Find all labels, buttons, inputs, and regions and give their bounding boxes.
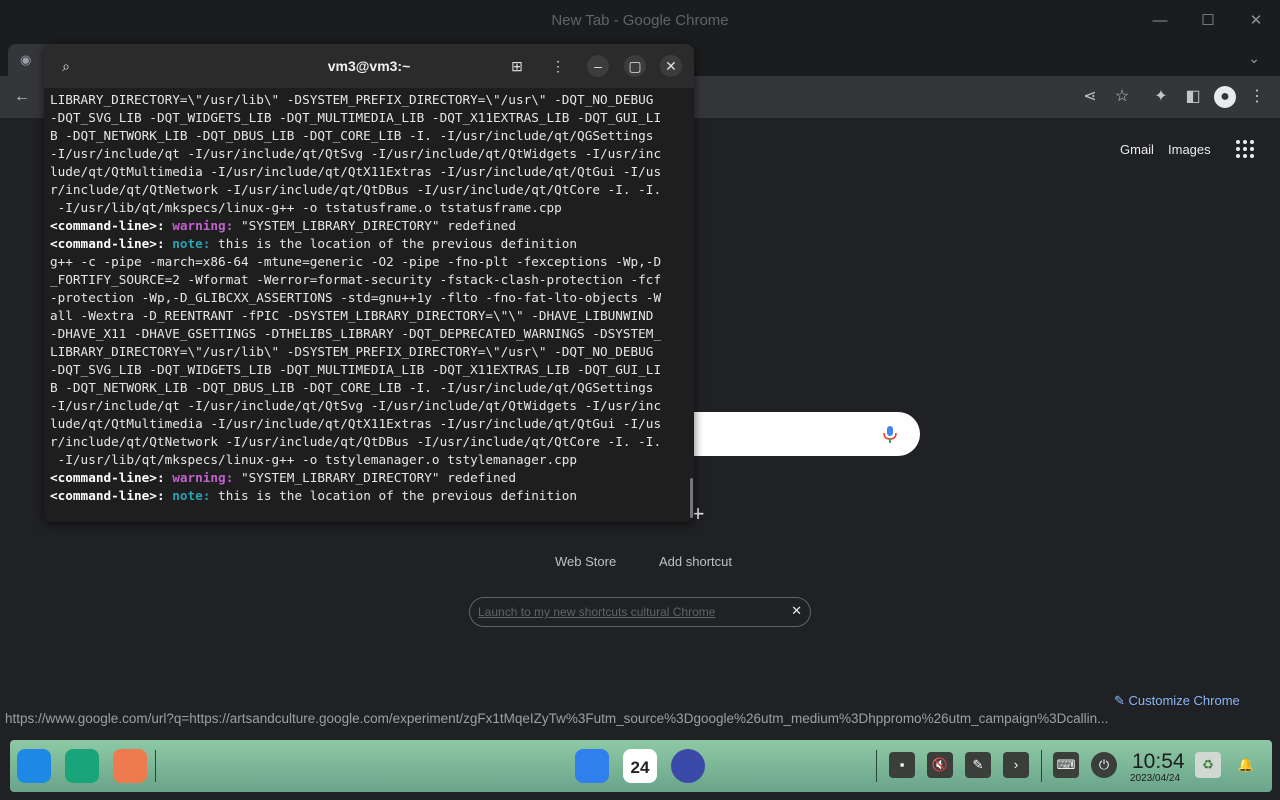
chevron-down-icon[interactable]: ⌄ bbox=[1248, 50, 1260, 67]
promo-link[interactable]: Launch to my new shortcuts cultural Chro… bbox=[478, 605, 715, 619]
menu-icon[interactable]: ⋮ bbox=[547, 55, 569, 77]
chrome-titlebar: New Tab - Google Chrome — ☐ ✕ bbox=[0, 0, 1280, 42]
dock: 24 ▪ 🔇 ✎ › ⌨ ⏻ 10:54 2023/04/24 ♻ 🔔 bbox=[10, 740, 1272, 792]
google-apps-icon[interactable] bbox=[1236, 140, 1256, 160]
terminal-window[interactable]: ⌕ vm3@vm3:~ ⊞ ⋮ – ▢ ✕ LIBRARY_DIRECTORY=… bbox=[44, 44, 694, 522]
minimize-icon[interactable]: – bbox=[587, 55, 609, 77]
close-icon[interactable]: ✕ bbox=[660, 55, 682, 77]
volume-muted-icon[interactable]: 🔇 bbox=[927, 752, 953, 778]
screenshot-pen-icon[interactable]: ✎ bbox=[965, 752, 991, 778]
terminal-line: -DQT_SVG_LIB -DQT_WIDGETS_LIB -DQT_MULTI… bbox=[50, 362, 662, 377]
close-icon[interactable]: ✕ bbox=[1245, 10, 1267, 32]
terminal-line: r/include/qt/QtNetwork -I/usr/include/qt… bbox=[50, 182, 662, 197]
back-icon[interactable]: ← bbox=[11, 86, 33, 108]
gmail-link[interactable]: Gmail bbox=[1120, 142, 1154, 157]
terminal-line: -DHAVE_X11 -DHAVE_GSETTINGS -DTHELIBS_LI… bbox=[50, 326, 662, 341]
minimize-icon[interactable]: — bbox=[1149, 10, 1171, 32]
terminal-line: LIBRARY_DIRECTORY=\"/usr/lib\" -DSYSTEM_… bbox=[50, 344, 654, 359]
share-icon[interactable]: ⋖ bbox=[1079, 86, 1101, 108]
side-panel-icon[interactable]: ◧ bbox=[1182, 86, 1204, 108]
chrome-icon: ◉ bbox=[20, 52, 32, 67]
terminal-line: lude/qt/QtMultimedia -I/usr/include/qt/Q… bbox=[50, 416, 662, 431]
terminal-line: <command-line>: warning: "SYSTEM_LIBRARY… bbox=[50, 217, 690, 235]
calendar-icon[interactable]: 24 bbox=[623, 749, 657, 783]
dock-separator bbox=[876, 750, 877, 782]
terminal-line: LIBRARY_DIRECTORY=\"/usr/lib\" -DSYSTEM_… bbox=[50, 92, 654, 107]
terminal-output[interactable]: LIBRARY_DIRECTORY=\"/usr/lib\" -DSYSTEM_… bbox=[50, 91, 690, 511]
shortcut-web-store[interactable]: Web Store bbox=[555, 554, 616, 569]
microphone-icon[interactable] bbox=[880, 424, 900, 444]
dock-separator bbox=[1041, 750, 1042, 782]
terminal-line-kind: note: bbox=[172, 488, 211, 503]
terminal-line: lude/qt/QtMultimedia -I/usr/include/qt/Q… bbox=[50, 164, 662, 179]
customize-chrome-label: Customize Chrome bbox=[1128, 693, 1240, 708]
maximize-icon[interactable]: ☐ bbox=[1197, 10, 1219, 32]
terminal-line-kind: note: bbox=[172, 236, 211, 251]
settings-gear-icon[interactable] bbox=[671, 749, 705, 783]
promo-banner[interactable]: Launch to my new shortcuts cultural Chro… bbox=[469, 597, 811, 627]
new-tab-icon[interactable]: ⊞ bbox=[506, 55, 528, 77]
close-icon[interactable]: ✕ bbox=[791, 603, 802, 619]
terminal-line-prefix: <command-line>: bbox=[50, 218, 173, 233]
workspace-icon[interactable] bbox=[113, 749, 147, 783]
terminal-line: <command-line>: warning: "SYSTEM_LIBRARY… bbox=[50, 469, 690, 487]
terminal-line: -I/usr/lib/qt/mkspecs/linux-g++ -o tstat… bbox=[50, 200, 562, 215]
chevron-right-icon[interactable]: › bbox=[1003, 752, 1029, 778]
terminal-line-message: this is the location of the previous def… bbox=[210, 488, 578, 503]
terminal-line: -I/usr/include/qt -I/usr/include/qt/QtSv… bbox=[50, 146, 662, 161]
keyboard-icon[interactable]: ⌨ bbox=[1053, 752, 1079, 778]
terminal-line: all -Wextra -D_REENTRANT -fPIC -DSYSTEM_… bbox=[50, 308, 654, 323]
terminal-line-prefix: <command-line>: bbox=[50, 488, 173, 503]
terminal-line-kind: warning: bbox=[172, 218, 234, 233]
status-bar-url: https://www.google.com/url?q=https://art… bbox=[0, 710, 1255, 730]
maximize-icon[interactable]: ▢ bbox=[624, 55, 646, 77]
profile-avatar-icon[interactable]: ● bbox=[1214, 86, 1236, 108]
terminal-line: <command-line>: note: this is the locati… bbox=[50, 487, 690, 505]
terminal-line-kind: warning: bbox=[172, 470, 234, 485]
dock-separator bbox=[155, 750, 156, 782]
terminal-line: B -DQT_NETWORK_LIB -DQT_DBUS_LIB -DQT_CO… bbox=[50, 128, 654, 143]
power-icon[interactable]: ⏻ bbox=[1091, 752, 1117, 778]
notification-bell-icon[interactable]: 🔔 bbox=[1233, 752, 1259, 778]
bookmark-star-icon[interactable]: ☆ bbox=[1111, 86, 1133, 108]
terminal-line: -protection -Wp,-D_GLIBCXX_ASSERTIONS -s… bbox=[50, 290, 662, 305]
window-title: New Tab - Google Chrome bbox=[551, 12, 729, 29]
more-menu-icon[interactable]: ⋮ bbox=[1246, 86, 1268, 108]
clock-date: 2023/04/24 bbox=[1130, 773, 1181, 784]
images-link[interactable]: Images bbox=[1168, 142, 1211, 157]
terminal-line: -I/usr/lib/qt/mkspecs/linux-g++ -o tstyl… bbox=[50, 452, 578, 467]
tray-app-icon[interactable]: ▪ bbox=[889, 752, 915, 778]
terminal-line-message: "SYSTEM_LIBRARY_DIRECTORY" redefined bbox=[233, 218, 516, 233]
scrollbar[interactable] bbox=[690, 478, 693, 518]
terminal-line: B -DQT_NETWORK_LIB -DQT_DBUS_LIB -DQT_CO… bbox=[50, 380, 654, 395]
file-manager-icon[interactable] bbox=[575, 749, 609, 783]
clock-time[interactable]: 10:54 bbox=[1132, 750, 1185, 774]
terminal-line-prefix: <command-line>: bbox=[50, 236, 173, 251]
trash-icon[interactable]: ♻ bbox=[1195, 752, 1221, 778]
terminal-line: _FORTIFY_SOURCE=2 -Wformat -Werror=forma… bbox=[50, 272, 662, 287]
launcher-icon[interactable] bbox=[17, 749, 51, 783]
shortcut-add-shortcut[interactable]: Add shortcut bbox=[659, 554, 732, 569]
extensions-icon[interactable]: ✦ bbox=[1150, 86, 1172, 108]
terminal-line-message: "SYSTEM_LIBRARY_DIRECTORY" redefined bbox=[233, 470, 516, 485]
terminal-line: g++ -c -pipe -march=x86-64 -mtune=generi… bbox=[50, 254, 662, 269]
terminal-header: ⌕ vm3@vm3:~ ⊞ ⋮ – ▢ ✕ bbox=[44, 44, 694, 88]
customize-chrome-button[interactable]: ✎ Customize Chrome bbox=[1114, 693, 1240, 709]
terminal-line-message: this is the location of the previous def… bbox=[210, 236, 578, 251]
terminal-line: -DQT_SVG_LIB -DQT_WIDGETS_LIB -DQT_MULTI… bbox=[50, 110, 662, 125]
terminal-line: <command-line>: note: this is the locati… bbox=[50, 235, 690, 253]
terminal-line: r/include/qt/QtNetwork -I/usr/include/qt… bbox=[50, 434, 662, 449]
terminal-line-prefix: <command-line>: bbox=[50, 470, 173, 485]
multitask-view-icon[interactable] bbox=[65, 749, 99, 783]
terminal-line: -I/usr/include/qt -I/usr/include/qt/QtSv… bbox=[50, 398, 662, 413]
